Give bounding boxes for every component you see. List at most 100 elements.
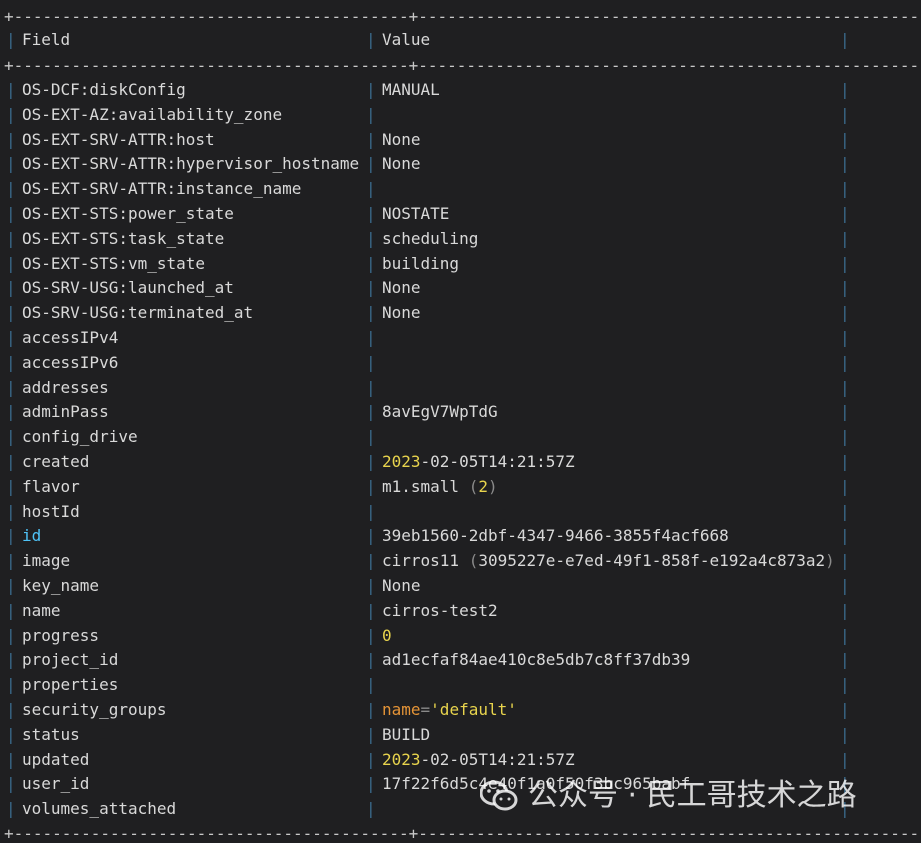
pipe: | <box>840 303 850 323</box>
row-field: OS-SRV-USG:launched_at <box>22 278 234 298</box>
pipe: | <box>840 700 850 719</box>
pipe: | <box>366 501 376 521</box>
row-value: cirros-test2 <box>382 600 498 620</box>
pipe: | <box>840 253 850 273</box>
row-value: 2023-02-05T14:21:57Z <box>382 748 575 772</box>
pipe: | <box>6 675 16 695</box>
pipe: | <box>6 80 16 99</box>
pipe: | <box>840 476 850 496</box>
table-row: | OS-EXT-SRV-ATTR:hypervisor_hostname | Non… <box>0 152 921 176</box>
pipe: | <box>840 600 850 620</box>
table-row: | OS-EXT-STS:task_state | scheduling | <box>0 227 921 251</box>
pipe: | <box>840 551 850 571</box>
row-field: hostId <box>22 501 80 521</box>
pipe: | <box>840 526 850 546</box>
table-row: | config_drive | | <box>0 425 921 449</box>
pipe: | <box>840 204 850 223</box>
row-field: created <box>22 452 90 471</box>
header-field: Field <box>22 30 71 49</box>
row-field: adminPass <box>22 402 109 422</box>
row-value: None <box>382 303 421 323</box>
value-inner: 3095227e-e7ed-49f1-858f-e192a4c873a2 <box>478 551 826 571</box>
pipe: | <box>366 80 376 99</box>
row-field: name <box>22 600 61 620</box>
table-row: | image | cirros11 (3095227e-e7ed-49f1-858f… <box>0 549 921 573</box>
row-field: OS-EXT-SRV-ATTR:hypervisor_hostname <box>22 154 360 174</box>
value-year: 2023 <box>382 452 421 471</box>
row-value: building <box>382 253 460 273</box>
pipe: | <box>6 551 16 571</box>
row-field: flavor <box>22 476 80 496</box>
table-row: | progress | 0 | <box>0 624 921 648</box>
pipe: | <box>6 650 16 670</box>
pipe: | <box>6 476 16 496</box>
value-main: m1.small <box>382 476 460 496</box>
row-value: None <box>382 129 421 149</box>
row-field: OS-EXT-STS:vm_state <box>22 253 206 273</box>
pipe: | <box>6 228 16 248</box>
pipe: | <box>840 154 850 174</box>
row-value: None <box>382 154 421 174</box>
value-main: cirros11 <box>382 551 460 571</box>
watermark-text: 公众号 · 民工哥技术之路 <box>528 778 857 813</box>
table-row: | adminPass | 8avEgV7WpTdG | <box>0 400 921 424</box>
table-row: | name | cirros-test2 | <box>0 599 921 623</box>
row-field: image <box>22 551 71 571</box>
table-row: | project_id | ad1ecfaf84ae410c8e5db7c8ff37… <box>0 648 921 672</box>
row-field: OS-EXT-STS:task_state <box>22 228 225 248</box>
pipe: | <box>840 749 850 769</box>
wechat-icon <box>479 780 518 812</box>
pipe: | <box>366 774 376 794</box>
pipe: | <box>840 80 850 99</box>
table-header-row: | Field | Value | <box>0 28 921 52</box>
pipe: | <box>840 402 850 422</box>
row-value: m1.small (2) <box>382 475 498 499</box>
pipe: | <box>366 377 376 397</box>
pipe: | <box>840 452 850 471</box>
pipe: | <box>840 724 850 744</box>
row-field: OS-DCF:diskConfig <box>22 80 186 99</box>
pipe: | <box>840 501 850 521</box>
pipe: | <box>6 501 16 521</box>
pipe: | <box>366 104 376 124</box>
pipe: | <box>6 402 16 422</box>
pipe: | <box>6 799 16 819</box>
row-field: properties <box>22 675 119 695</box>
pipe: | <box>840 377 850 397</box>
table-row: | updated | 2023-02-05T14:21:57Z | <box>0 748 921 772</box>
pipe: | <box>366 700 376 719</box>
pipe: | <box>840 104 850 124</box>
pipe: | <box>366 204 376 223</box>
pipe: | <box>6 154 16 174</box>
table-row: | OS-EXT-SRV-ATTR:host | None | <box>0 128 921 152</box>
pipe: | <box>6 700 16 719</box>
row-value: 0 <box>382 625 392 645</box>
pipe: | <box>6 526 16 546</box>
pipe: | <box>366 749 376 769</box>
table-row: | properties | | <box>0 673 921 697</box>
table-row: | OS-SRV-USG:launched_at | None | <box>0 276 921 300</box>
row-value: None <box>382 278 421 298</box>
pipe: | <box>6 774 16 794</box>
row-value: None <box>382 576 421 595</box>
pipe: | <box>6 328 16 347</box>
pipe: | <box>366 625 376 645</box>
row-field: security_groups <box>22 700 167 719</box>
pipe: | <box>366 675 376 695</box>
value-rest: -02-05T14:21:57Z <box>420 749 575 769</box>
table-row: | accessIPv6 | | <box>0 351 921 375</box>
row-field: accessIPv4 <box>22 328 119 347</box>
table-row: | OS-EXT-STS:vm_state | building | <box>0 252 921 276</box>
pipe: | <box>6 377 16 397</box>
pipe: | <box>366 551 376 571</box>
row-value: NOSTATE <box>382 204 450 223</box>
table-border-top: +---------------------------------------… <box>4 7 921 26</box>
table-row: | security_groups | name='default' | <box>0 698 921 722</box>
row-value: 2023-02-05T14:21:57Z <box>382 450 575 474</box>
table-border-bottom: +---------------------------------------… <box>4 824 921 843</box>
pipe: | <box>366 427 376 447</box>
pipe: | <box>840 576 850 595</box>
row-value: 8avEgV7WpTdG <box>382 402 498 422</box>
value-year: 2023 <box>382 749 421 769</box>
value-key: name <box>382 700 421 719</box>
